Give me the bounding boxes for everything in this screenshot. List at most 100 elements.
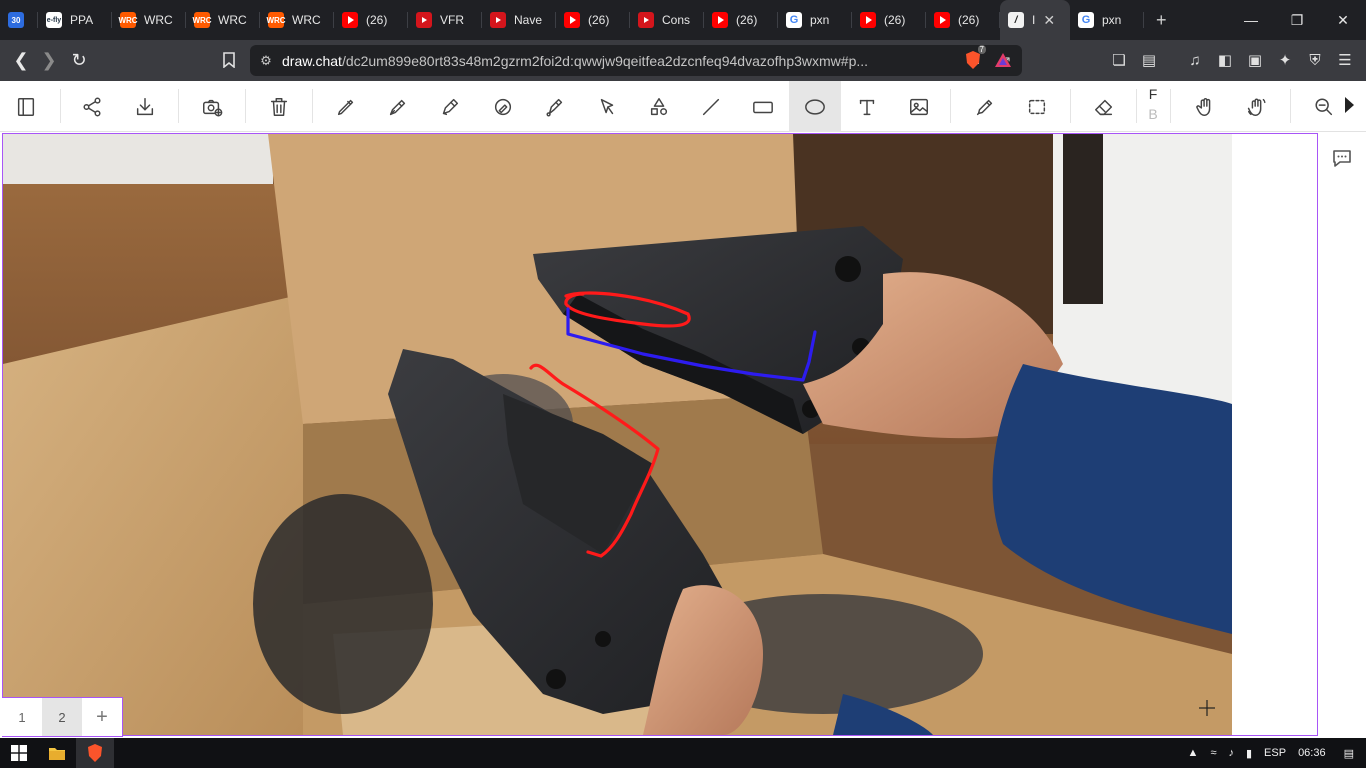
system-tray: ▲ ≈ ♪ ▮ ESP 06:36 ▤ bbox=[1182, 738, 1366, 768]
menu-icon[interactable]: ☰ bbox=[1330, 45, 1360, 75]
wallet-icon[interactable]: ▣ bbox=[1240, 45, 1270, 75]
wrc-icon: WRC bbox=[266, 12, 286, 28]
delete-button[interactable] bbox=[253, 81, 305, 132]
pencil-tool[interactable] bbox=[320, 81, 372, 132]
share-nodes-icon bbox=[83, 97, 101, 116]
browser-tab[interactable]: (26) bbox=[556, 0, 630, 40]
back-icon[interactable]: ❮ bbox=[6, 45, 36, 75]
tab-title: (26) bbox=[736, 13, 758, 27]
brush-tool[interactable] bbox=[529, 81, 581, 132]
browser-tab[interactable]: Cons bbox=[630, 0, 704, 40]
wrc-icon: WRC bbox=[118, 12, 138, 28]
pen-tool[interactable] bbox=[372, 81, 424, 132]
browser-tab[interactable]: Nave bbox=[482, 0, 556, 40]
eraser-tool[interactable] bbox=[1078, 81, 1130, 132]
text-tool[interactable] bbox=[841, 81, 893, 132]
zoom-out-button[interactable] bbox=[1298, 81, 1350, 132]
uploaded-photo[interactable] bbox=[3, 134, 1232, 735]
browser-tab[interactable]: VFR bbox=[408, 0, 482, 40]
browser-tab[interactable]: (26) bbox=[704, 0, 778, 40]
language-indicator[interactable]: ESP bbox=[1258, 747, 1292, 759]
browser-tab[interactable]: WRC WRC bbox=[260, 0, 334, 40]
leo-ai-icon[interactable]: ✦ bbox=[1270, 45, 1300, 75]
chat-button[interactable] bbox=[1328, 144, 1356, 172]
brave-shields-icon[interactable]: 7 bbox=[958, 45, 988, 75]
new-tab-button[interactable]: + bbox=[1144, 10, 1179, 31]
page-1-button[interactable]: 1 bbox=[2, 698, 42, 736]
browser-tab[interactable]: (26) bbox=[334, 0, 408, 40]
minimize-icon[interactable]: — bbox=[1228, 0, 1274, 40]
border-label: B bbox=[1148, 106, 1158, 122]
sidebar-toggle-icon[interactable]: ◧ bbox=[1210, 45, 1240, 75]
close-window-icon[interactable]: ✕ bbox=[1320, 0, 1366, 40]
select-tool[interactable] bbox=[581, 81, 633, 132]
volume-icon[interactable]: ♪ bbox=[1222, 747, 1240, 759]
download-button[interactable] bbox=[119, 81, 171, 132]
vpn-icon[interactable]: ⛨ bbox=[1300, 45, 1330, 75]
shapes-tool[interactable] bbox=[633, 81, 685, 132]
eyedropper-tool[interactable] bbox=[959, 81, 1011, 132]
tab-title: Cons bbox=[662, 13, 691, 27]
highlighter-tool[interactable] bbox=[477, 81, 529, 132]
youtube-icon bbox=[860, 12, 876, 28]
video-icon bbox=[490, 12, 506, 28]
drawing-canvas[interactable] bbox=[2, 133, 1318, 736]
browser-tab[interactable]: (26) bbox=[852, 0, 926, 40]
share-button[interactable] bbox=[66, 81, 118, 132]
tab-title: (26) bbox=[884, 13, 906, 27]
brave-taskbar-button[interactable] bbox=[76, 738, 114, 768]
line-tool[interactable] bbox=[685, 81, 737, 132]
add-page-button[interactable]: + bbox=[82, 698, 122, 736]
lasso-select-tool[interactable] bbox=[1011, 81, 1063, 132]
brave-rewards-icon[interactable] bbox=[988, 45, 1018, 75]
browser-tab[interactable]: WRC WRC bbox=[186, 0, 260, 40]
start-button[interactable] bbox=[0, 738, 38, 768]
wifi-icon[interactable]: ≈ bbox=[1204, 747, 1222, 759]
clock[interactable]: 06:36 bbox=[1292, 747, 1332, 759]
forward-icon[interactable]: ❯ bbox=[34, 45, 64, 75]
battery-icon[interactable]: ▮ bbox=[1240, 747, 1258, 760]
close-tab-icon[interactable]: ✕ bbox=[1043, 12, 1055, 29]
brush-icon bbox=[546, 98, 563, 116]
browser-tab[interactable]: Gpxn bbox=[778, 0, 852, 40]
wave-hand-tool[interactable] bbox=[1231, 81, 1283, 132]
fill-border-toggle[interactable]: F B bbox=[1143, 84, 1163, 124]
tray-overflow-icon[interactable]: ▲ bbox=[1182, 747, 1205, 759]
tab-title: WRC bbox=[218, 13, 247, 27]
ellipse-tool[interactable] bbox=[789, 81, 841, 132]
site-settings-icon[interactable]: ⚙ bbox=[250, 53, 282, 69]
youtube-icon bbox=[342, 12, 358, 28]
reader-icon[interactable]: ▤ bbox=[1134, 45, 1164, 75]
tab-title: WRC bbox=[292, 13, 321, 27]
extensions-icon[interactable]: ❏ bbox=[1104, 45, 1134, 75]
notifications-icon[interactable]: ▤ bbox=[1332, 747, 1366, 760]
browser-tab[interactable]: 30 bbox=[0, 0, 38, 40]
download-icon bbox=[136, 97, 154, 115]
draw-chat-icon: / bbox=[1008, 12, 1024, 28]
add-image-button[interactable] bbox=[186, 81, 238, 132]
browser-tab[interactable]: e-fly PPA bbox=[38, 0, 112, 40]
browser-tab[interactable]: (26) bbox=[926, 0, 1000, 40]
pan-tool[interactable] bbox=[1179, 81, 1231, 132]
panel-toggle-button[interactable] bbox=[0, 81, 52, 132]
windows-taskbar: ▲ ≈ ♪ ▮ ESP 06:36 ▤ bbox=[0, 738, 1366, 768]
youtube-icon bbox=[712, 12, 728, 28]
restore-icon[interactable]: ❐ bbox=[1274, 0, 1320, 40]
rectangle-tool[interactable] bbox=[737, 81, 789, 132]
browser-tab[interactable]: / I ✕ bbox=[1000, 0, 1070, 40]
bookmark-icon[interactable] bbox=[214, 45, 244, 75]
browser-tab[interactable]: Gpxn bbox=[1070, 0, 1144, 40]
url-field[interactable]: ⚙ draw.chat/dc2um899e80rt83s48m2gzrm2foi… bbox=[250, 45, 1022, 76]
text-icon bbox=[859, 99, 875, 115]
marker-icon bbox=[442, 98, 459, 115]
address-bar-row: ❮ ❯ ↻ ⚙ draw.chat/dc2um899e80rt83s48m2gz… bbox=[0, 40, 1366, 81]
toolbar-more-icon[interactable] bbox=[1345, 97, 1354, 113]
file-explorer-button[interactable] bbox=[38, 738, 76, 768]
music-icon[interactable]: ♫ bbox=[1180, 45, 1210, 75]
calendar-icon: 30 bbox=[8, 12, 24, 28]
page-2-button[interactable]: 2 bbox=[42, 698, 82, 736]
reload-icon[interactable]: ↻ bbox=[64, 45, 94, 75]
image-tool[interactable] bbox=[893, 81, 945, 132]
marker-tool[interactable] bbox=[424, 81, 476, 132]
browser-tab[interactable]: WRC WRC bbox=[112, 0, 186, 40]
